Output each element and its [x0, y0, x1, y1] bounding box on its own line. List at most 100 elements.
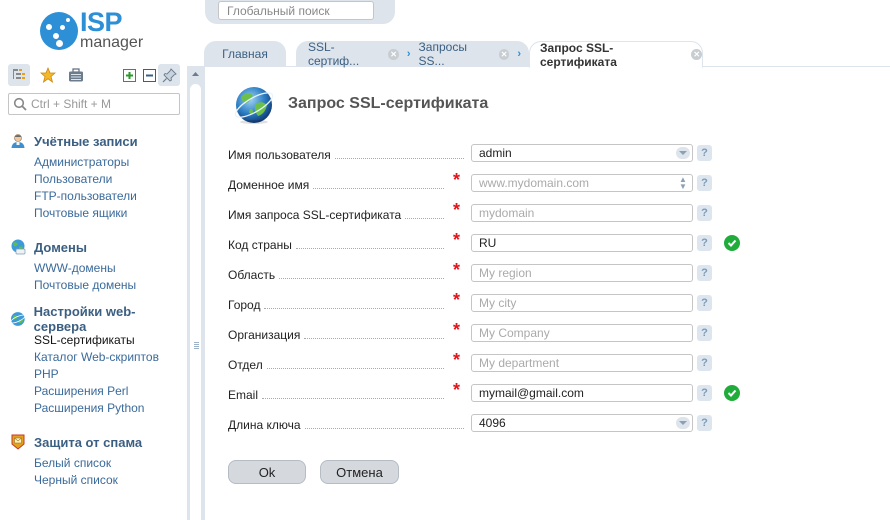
field-label: Область [228, 266, 444, 282]
help-icon[interactable]: ? [697, 145, 712, 161]
help-icon[interactable]: ? [697, 355, 712, 371]
field-label: Код страны [228, 236, 444, 252]
nav-group-title[interactable]: Защита от спама [10, 431, 185, 453]
key-length-select[interactable] [471, 414, 693, 432]
username-select[interactable] [471, 144, 693, 162]
field-label: Организация [228, 326, 444, 342]
sidebar-nav: Учётные записи Администраторы Пользовате… [10, 130, 185, 503]
plus-box-icon [122, 68, 136, 82]
close-icon[interactable]: ✕ [691, 49, 702, 60]
cancel-button[interactable]: Отмена [320, 460, 399, 484]
menu-toolbar [8, 64, 180, 86]
field-label: Город [228, 296, 444, 312]
request-name-input[interactable] [471, 204, 693, 222]
close-icon[interactable]: ✕ [388, 48, 399, 60]
required-asterisk-icon: * [453, 260, 461, 280]
tab-breadcrumb-group: SSL-сертиф... ✕ › Запросы SS... ✕ › [296, 40, 529, 68]
nav-item-ssl-certificates[interactable]: SSL-сертификаты [34, 332, 185, 349]
briefcase-button[interactable] [65, 64, 87, 86]
global-search-bar [205, 0, 395, 24]
pin-icon [162, 67, 177, 82]
tree-view-button[interactable] [8, 64, 30, 86]
ok-button[interactable]: Ok [228, 460, 306, 484]
help-icon[interactable]: ? [697, 385, 712, 401]
field-label: Email [228, 386, 444, 402]
form-header: Запрос SSL-сертификата [232, 82, 488, 126]
nav-item-python-extensions[interactable]: Расширения Python [34, 400, 185, 417]
star-icon [40, 67, 56, 83]
field-row-region: Область * ? [228, 260, 788, 284]
nav-item-perl-extensions[interactable]: Расширения Perl [34, 383, 185, 400]
menu-search-box[interactable] [8, 93, 180, 115]
nav-item-administrators[interactable]: Администраторы [34, 154, 185, 171]
help-icon[interactable]: ? [697, 265, 712, 281]
help-icon[interactable]: ? [697, 415, 712, 431]
required-asterisk-icon: * [453, 290, 461, 310]
required-asterisk-icon: * [453, 170, 461, 190]
expand-all-button[interactable] [118, 64, 140, 86]
nav-group-domains: Домены WWW-домены Почтовые домены [10, 236, 185, 294]
spam-shield-icon [11, 434, 25, 450]
tab-ssl-requests[interactable]: Запросы SS... [419, 40, 493, 68]
favorites-button[interactable] [37, 64, 59, 86]
field-row-key-length: Длина ключа ? [228, 412, 788, 434]
nav-item-whitelist[interactable]: Белый список [34, 455, 185, 472]
web-server-globe-icon [10, 312, 26, 326]
close-icon[interactable]: ✕ [498, 48, 510, 60]
field-row-organization: Организация * ? [228, 321, 788, 344]
field-row-department: Отдел * ? [228, 351, 788, 374]
required-asterisk-icon: * [453, 230, 461, 250]
nav-item-php[interactable]: PHP [34, 366, 185, 383]
nav-item-users[interactable]: Пользователи [34, 171, 185, 188]
menu-search-input[interactable] [31, 97, 171, 111]
domain-name-input[interactable] [471, 174, 693, 192]
sidebar-scrollbar[interactable] [187, 66, 204, 520]
tab-ssl-certificates[interactable]: SSL-сертиф... [308, 40, 382, 68]
nav-item-www-domains[interactable]: WWW-домены [34, 260, 185, 277]
pin-button[interactable] [158, 64, 180, 86]
logo-brand: ISP [80, 7, 123, 37]
tree-view-icon [13, 69, 25, 79]
chevron-down-icon[interactable] [676, 147, 690, 159]
global-search-input[interactable] [218, 1, 374, 20]
country-code-input[interactable] [471, 234, 693, 252]
required-asterisk-icon: * [453, 380, 461, 400]
field-row-country-code: Код страны * ? [228, 230, 788, 254]
chevron-up-icon [192, 72, 199, 76]
help-icon[interactable]: ? [697, 205, 712, 221]
minus-box-icon [142, 68, 156, 82]
nav-item-ftp-users[interactable]: FTP-пользователи [34, 188, 185, 205]
chevron-right-icon: › [406, 48, 411, 60]
department-input[interactable] [471, 354, 693, 372]
field-label: Имя запроса SSL-сертификата [228, 206, 444, 222]
help-icon[interactable]: ? [697, 295, 712, 311]
nav-item-mailboxes[interactable]: Почтовые ящики [34, 205, 185, 222]
field-row-city: Город * ? [228, 290, 788, 314]
tab-home[interactable]: Главная [204, 41, 286, 67]
nav-group-web-server: Настройки web-сервера SSL-сертификаты Ка… [10, 304, 185, 417]
nav-group-title[interactable]: Настройки web-сервера [10, 304, 185, 334]
help-icon[interactable]: ? [697, 235, 712, 251]
nav-group-title[interactable]: Домены [10, 236, 185, 258]
spinner-arrows-icon[interactable]: ▲ ▼ [678, 176, 688, 191]
logo-mark-icon [40, 12, 78, 50]
valid-check-icon [724, 235, 740, 251]
isp-manager-logo[interactable]: ISP manager [40, 8, 160, 52]
logo-product: manager [80, 34, 144, 51]
organization-input[interactable] [471, 324, 693, 342]
help-icon[interactable]: ? [697, 325, 712, 341]
chevron-down-icon[interactable] [676, 417, 690, 429]
region-input[interactable] [471, 264, 693, 282]
nav-item-blacklist[interactable]: Черный список [34, 472, 185, 489]
nav-group-title[interactable]: Учётные записи [10, 130, 185, 152]
scroll-up-button[interactable] [187, 66, 204, 82]
email-input[interactable] [471, 384, 693, 402]
city-input[interactable] [471, 294, 693, 312]
scroll-thumb[interactable] [190, 84, 201, 520]
tab-ssl-request-active[interactable]: Запрос SSL-сертификата ✕ [529, 41, 703, 69]
help-icon[interactable]: ? [697, 175, 712, 191]
collapse-all-button[interactable] [138, 64, 160, 86]
nav-item-mail-domains[interactable]: Почтовые домены [34, 277, 185, 294]
nav-item-web-scripts[interactable]: Каталог Web-скриптов [34, 349, 185, 366]
nav-group-accounts: Учётные записи Администраторы Пользовате… [10, 130, 185, 222]
